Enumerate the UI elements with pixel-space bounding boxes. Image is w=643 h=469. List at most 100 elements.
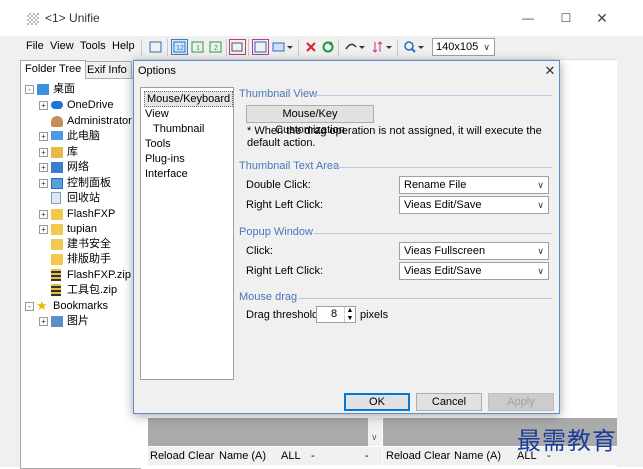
tab-folder-tree[interactable]: Folder Tree (20, 60, 87, 79)
nav-plug-ins[interactable]: Plug-ins (145, 152, 185, 166)
layout-2-icon[interactable]: 2 (207, 39, 224, 55)
section-mouse-drag: Mouse drag (239, 291, 298, 303)
preview-window-icon[interactable] (229, 39, 246, 55)
section-thumbnail-text-area: Thumbnail Text Area (239, 160, 340, 172)
options-nav: Mouse/Keyboard View Thumbnail Tools Plug… (140, 87, 234, 380)
popup-click-select[interactable]: Vieas Fullscreen ∨ (399, 242, 549, 260)
recycle-bin-icon (51, 192, 61, 204)
drag-threshold-value: 8 (331, 308, 338, 320)
expand-icon[interactable]: + (39, 179, 48, 188)
expand-icon[interactable]: + (39, 101, 48, 110)
left-panel: Folder Tree Exif Info - 桌面 + OneDrive Ad… (0, 59, 141, 469)
computer-icon (51, 131, 63, 140)
nav-thumbnail[interactable]: Thumbnail (153, 122, 204, 136)
double-click-select[interactable]: Rename File ∨ (399, 176, 549, 194)
expand-icon[interactable]: + (39, 225, 48, 234)
expand-icon[interactable]: + (39, 163, 48, 172)
section-thumbnail-view: Thumbnail View (239, 88, 318, 100)
spin-up-icon[interactable]: ▲ (344, 307, 355, 314)
status-clear[interactable]: Clear (188, 447, 214, 465)
menu-help[interactable]: Help (112, 40, 135, 52)
status-bar-left: Reload Clear Name (A) ALL - - (148, 447, 382, 465)
popup-right-left-select[interactable]: Vieas Edit/Save ∨ (399, 262, 549, 280)
drag-threshold-stepper[interactable]: 8 ▲ ▼ (316, 306, 356, 323)
expand-icon[interactable]: + (39, 148, 48, 157)
status-sort-name[interactable]: Name (A) (219, 447, 266, 465)
popup-right-left-label: Right Left Click: (246, 265, 324, 277)
thumbnail-pane-left[interactable] (148, 418, 382, 446)
scroll-down-icon[interactable]: ∨ (371, 432, 378, 443)
layout-12-icon[interactable]: 12 (171, 39, 188, 55)
drag-threshold-label: Drag threshold: (246, 309, 322, 321)
tree-item-label: OneDrive (67, 99, 114, 111)
tree-item-label: 库 (67, 146, 78, 158)
collapse-icon[interactable]: - (25, 302, 34, 311)
drag-note: * When the drag operation is not assigne… (247, 125, 542, 149)
sort-dropdown-icon[interactable] (370, 39, 394, 55)
thumbnail-size-select[interactable]: 140x105 ∨ (432, 38, 495, 56)
cancel-button[interactable]: Cancel (416, 393, 482, 411)
section-divider (314, 233, 552, 234)
status-sort-name[interactable]: Name (A) (454, 447, 501, 465)
collapse-icon[interactable]: - (25, 85, 34, 94)
tree-item-label: tupian (67, 223, 97, 235)
nav-view[interactable]: View (145, 107, 169, 121)
ok-button[interactable]: OK (344, 393, 410, 411)
tree-item-label: Administrator (67, 115, 132, 127)
toolbar-separator (338, 39, 339, 56)
status-reload[interactable]: Reload (386, 447, 421, 465)
folder-icon (51, 239, 63, 250)
options-dialog: Options ✕ Mouse/Keyboard View Thumbnail … (133, 60, 560, 414)
fullscreen-icon[interactable] (252, 39, 269, 55)
control-panel-icon (51, 178, 63, 189)
app-icon (27, 13, 39, 25)
minimize-icon[interactable]: — (513, 8, 543, 28)
vertical-scrollbar[interactable]: ∨ (368, 418, 382, 446)
zip-archive-icon (51, 269, 61, 281)
watermark-logo: 最需教育 (517, 427, 617, 455)
refresh-icon[interactable] (320, 39, 337, 55)
expand-icon[interactable]: + (39, 317, 48, 326)
tree-item-label: FlashFXP (67, 208, 116, 220)
popup-click-label: Click: (246, 245, 273, 257)
status-clear[interactable]: Clear (424, 447, 450, 465)
nav-mouse-keyboard[interactable]: Mouse/Keyboard (144, 91, 234, 107)
nav-interface[interactable]: Interface (145, 167, 188, 181)
nav-tools[interactable]: Tools (145, 137, 171, 151)
status-field: - (365, 450, 369, 462)
menu-tools[interactable]: Tools (80, 40, 106, 52)
status-filter-all[interactable]: ALL (281, 447, 301, 465)
menu-view[interactable]: View (50, 40, 74, 52)
double-click-value: Rename File (404, 179, 467, 191)
toolbar-separator (248, 39, 249, 56)
expand-icon[interactable]: + (39, 210, 48, 219)
status-reload[interactable]: Reload (150, 447, 185, 465)
spin-down-icon[interactable]: ▼ (344, 315, 355, 322)
tree-item-label: 工具包.zip (67, 284, 118, 296)
maximize-icon[interactable]: ☐ (551, 8, 581, 28)
single-pane-icon[interactable] (147, 39, 164, 55)
close-icon[interactable]: ✕ (542, 62, 558, 80)
mouse-key-customization-button[interactable]: Mouse/Key Customization (246, 105, 374, 136)
zoom-dropdown-icon[interactable] (402, 39, 426, 55)
menu-file[interactable]: File (26, 40, 44, 52)
right-left-click-value: Vieas Edit/Save (404, 199, 482, 211)
expand-icon[interactable]: + (39, 132, 48, 141)
tab-exif-info[interactable]: Exif Info (82, 61, 132, 78)
double-click-label: Double Click: (246, 179, 311, 191)
zip-archive-icon (51, 284, 61, 296)
right-left-click-select[interactable]: Vieas Edit/Save ∨ (399, 196, 549, 214)
pictures-folder-icon (51, 316, 63, 327)
close-icon[interactable]: ✕ (587, 8, 617, 28)
view-mode-dropdown-icon[interactable] (271, 39, 295, 55)
tree-item-label: 回收站 (67, 192, 100, 204)
delete-icon[interactable] (303, 39, 320, 55)
layout-1-icon[interactable]: 1 (189, 39, 206, 55)
tree-item-label: 桌面 (53, 83, 75, 95)
star-icon: ★ (36, 298, 48, 313)
library-icon (51, 147, 63, 158)
apply-button[interactable]: Apply (488, 393, 554, 411)
tree-item-label: 此电脑 (67, 130, 100, 142)
rotate-dropdown-icon[interactable] (343, 39, 367, 55)
toolbar-separator (167, 39, 168, 56)
